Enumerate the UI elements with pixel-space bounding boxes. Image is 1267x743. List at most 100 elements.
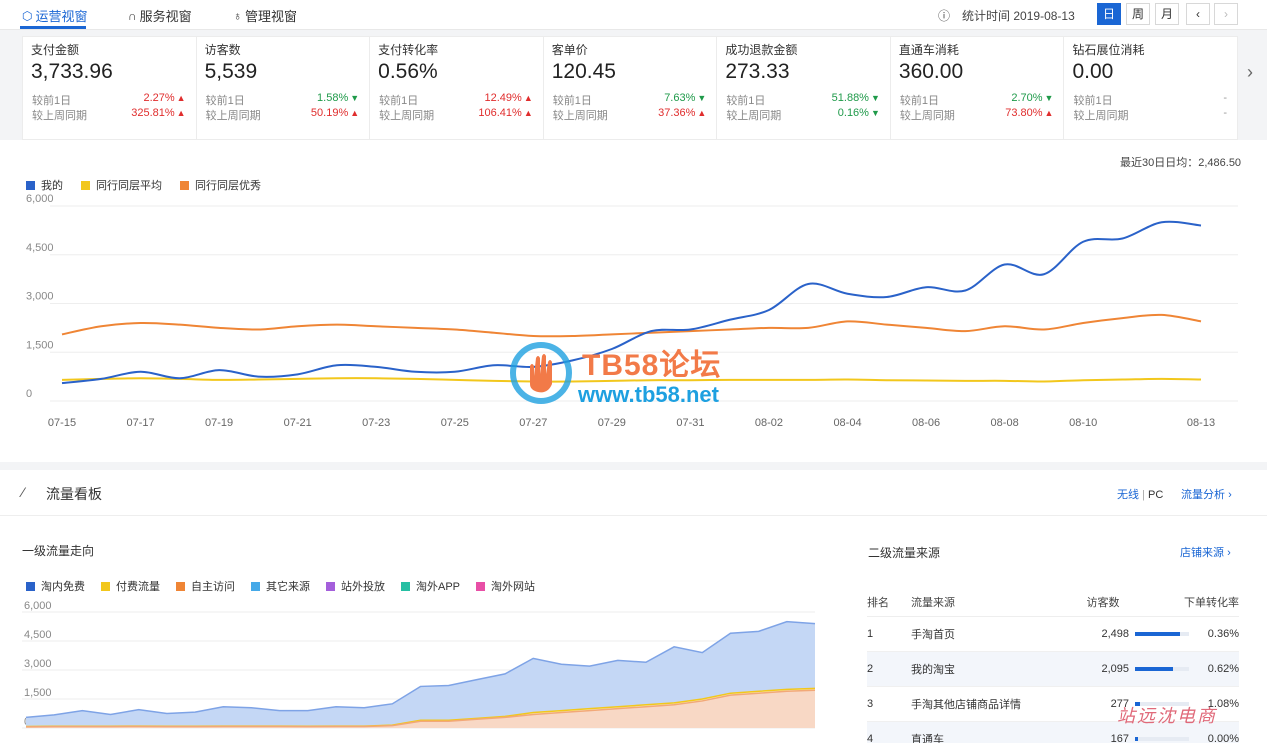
metric-compare: 较前1日 2.70% ▼ 较上周同期 73.80% ▲ <box>900 92 1054 122</box>
metric-card[interactable]: 钻石展位消耗 0.00 较前1日 - 较上周同期 - <box>1064 37 1237 139</box>
shop-source-link[interactable]: 店铺来源 › <box>1180 544 1231 560</box>
arrow-down-icon: ▼ <box>697 93 707 103</box>
arrow-up-icon: ▲ <box>1044 108 1054 118</box>
arrow-up-icon: ▲ <box>350 108 360 118</box>
legend-swatch <box>180 180 189 190</box>
watermark-url: www.tb58.net <box>578 382 719 407</box>
legend-swatch <box>176 581 185 591</box>
metric-compare-row: 较前1日 - <box>1073 92 1227 107</box>
legend-item[interactable]: 淘外网站 <box>476 578 535 594</box>
metric-card[interactable]: 支付转化率 0.56% 较前1日 12.49% ▲ 较上周同期 106.41% ▲ <box>370 37 544 139</box>
stat-time: ⓘ 统计时间 2019-08-13 <box>938 7 1075 24</box>
traffic-area-chart: 01,5003,0004,5006,000 <box>22 600 816 729</box>
legend-label: 站外投放 <box>341 581 385 593</box>
compare-value: - <box>1223 107 1228 119</box>
compare-label: 较上周同期 <box>726 110 782 122</box>
level2-title: 二级流量来源 <box>868 546 941 560</box>
tab-service-view[interactable]: ∩ 服务视窗 <box>128 6 192 25</box>
compare-value: 73.80% ▲ <box>1005 107 1054 119</box>
tab-management-view[interactable]: ♁ 管理视窗 <box>233 6 297 25</box>
compare-value: 2.70% ▼ <box>1011 92 1054 104</box>
metric-compare-row: 较上周同期 106.41% ▲ <box>379 107 533 122</box>
legend-swatch <box>476 581 486 591</box>
x-tick-label: 08-04 <box>833 417 861 429</box>
legend-item[interactable]: 付费流量 <box>101 578 160 594</box>
metric-value: 360.00 <box>898 60 964 83</box>
compare-label: 较前1日 <box>899 95 940 107</box>
metric-card[interactable]: 支付金额 3,733.96 较前1日 2.27% ▲ 较上周同期 325.81% ▲ <box>23 37 197 139</box>
y-tick-label: 3,000 <box>26 291 54 303</box>
y-tick-label: 0 <box>26 388 32 400</box>
ops-view-icon: ⬡ <box>22 8 33 23</box>
legend-item[interactable]: 淘外APP <box>401 578 460 594</box>
metric-compare-row: 较上周同期 37.36% ▲ <box>553 107 707 122</box>
tab-ops-view[interactable]: ⬡ 运营视窗 <box>22 6 88 25</box>
wireless-toggle[interactable]: 无线 <box>1117 489 1139 501</box>
metric-card[interactable]: 成功退款金额 273.33 较前1日 51.88% ▼ 较上周同期 0.16% ▼ <box>717 37 891 139</box>
x-tick-label: 08-06 <box>912 417 940 429</box>
traffic-title: 流量看板 <box>46 486 102 502</box>
compare-label: 较前1日 <box>1073 95 1113 107</box>
legend-label: 付费流量 <box>116 581 160 593</box>
col-visitors: 访客数 <box>1071 588 1135 617</box>
visitor-bar-fill <box>1135 666 1173 671</box>
flow-analysis-label: 流量分析 <box>1181 489 1225 501</box>
legend-item[interactable]: 站外投放 <box>326 578 385 594</box>
arrow-up-icon: ▲ <box>523 93 533 103</box>
metric-compare-row: 较上周同期 - <box>1073 107 1227 122</box>
legend-item[interactable]: 其它来源 <box>251 578 310 594</box>
metric-compare: 较前1日 2.27% ▲ 较上周同期 325.81% ▲ <box>32 92 186 122</box>
info-icon[interactable]: ⓘ <box>938 7 950 24</box>
legend-label: 淘外网站 <box>491 581 536 593</box>
metric-compare: 较前1日 7.63% ▼ 较上周同期 37.36% ▲ <box>553 92 707 122</box>
series-line[interactable] <box>61 313 1202 338</box>
chevron-right-icon: › <box>1227 547 1231 559</box>
legend-swatch <box>326 581 335 591</box>
flow-analysis-link[interactable]: 流量分析 › <box>1181 486 1232 502</box>
compare-value: 50.19% ▲ <box>310 107 360 119</box>
period-week-button[interactable]: 周 <box>1126 3 1150 25</box>
metric-compare-row: 较前1日 7.63% ▼ <box>553 92 707 107</box>
table-row[interactable]: 2 我的淘宝 2,095 0.62% <box>867 651 1239 687</box>
table-row[interactable]: 1 手淘首页 2,498 0.36% <box>867 616 1239 652</box>
y-tick-label: 1,500 <box>26 339 54 351</box>
compare-value: - <box>1223 92 1228 104</box>
visitor-bar-fill <box>1135 631 1181 636</box>
legend-label: 淘内免费 <box>41 581 85 593</box>
pc-toggle[interactable]: PC <box>1148 489 1163 501</box>
metric-card[interactable]: 访客数 5,539 较前1日 1.58% ▼ 较上周同期 50.19% ▲ <box>197 37 371 139</box>
rate-value: 0.62% <box>1207 662 1239 675</box>
traffic-legend: 淘内免费 付费流量 自主访问 其它来源 站外投放 淘外APP 淘外网站 <box>26 578 535 594</box>
bag-icon: ♁ <box>233 8 242 23</box>
prev-date-button[interactable]: ‹ <box>1186 3 1210 25</box>
next-date-button[interactable]: › <box>1214 3 1238 25</box>
rate-cell: 0.36% <box>1135 616 1239 652</box>
arrow-up-icon: ▲ <box>176 108 186 118</box>
y-tick-label: 6,000 <box>26 193 54 205</box>
arrow-down-icon: ▼ <box>870 108 880 118</box>
x-tick-label: 07-25 <box>441 417 469 429</box>
active-tab-underline <box>20 26 86 29</box>
rank-cell: 1 <box>867 616 911 652</box>
metric-value: 5,539 <box>204 60 258 83</box>
metric-compare-row: 较上周同期 325.81% ▲ <box>32 107 186 122</box>
compare-label: 较前1日 <box>32 95 72 107</box>
metrics-next-icon[interactable]: › <box>1247 62 1253 83</box>
rank-cell: 2 <box>867 651 911 687</box>
metric-compare-row: 较上周同期 0.16% ▼ <box>726 107 880 122</box>
metric-card[interactable]: 直通车消耗 360.00 较前1日 2.70% ▼ 较上周同期 73.80% ▲ <box>891 37 1065 139</box>
metric-card[interactable]: 客单价 120.45 较前1日 7.63% ▼ 较上周同期 37.36% ▲ <box>544 37 718 139</box>
metric-value: 273.33 <box>725 60 790 83</box>
watermark-logo <box>510 342 572 404</box>
period-day-button[interactable]: 日 <box>1097 3 1121 25</box>
chevron-right-icon: › <box>1224 7 1228 21</box>
visitor-bar <box>1135 631 1189 636</box>
legend-item[interactable]: 自主访问 <box>176 578 235 594</box>
arrow-down-icon: ▼ <box>350 93 360 103</box>
x-tick-label: 07-31 <box>676 417 704 429</box>
period-month-button[interactable]: 月 <box>1155 3 1179 25</box>
legend-item[interactable]: 淘内免费 <box>26 578 85 594</box>
legend-swatch <box>251 581 260 591</box>
compare-value: 12.49% ▲ <box>484 92 533 104</box>
rate-cell: 0.62% <box>1135 651 1239 687</box>
